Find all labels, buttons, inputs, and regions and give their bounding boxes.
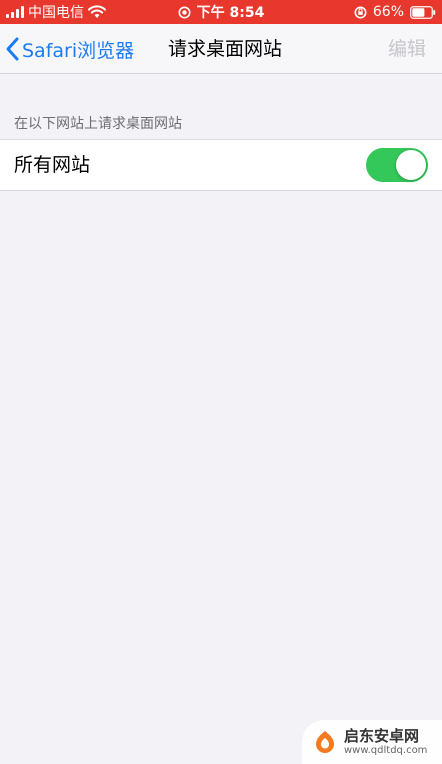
back-button-label: Safari浏览器 [22, 39, 135, 62]
watermark-text: 启东安卓网 www.qdltdq.com [344, 728, 427, 756]
battery-percent: 66% [372, 4, 404, 20]
watermark: 启东安卓网 www.qdltdq.com [302, 720, 442, 764]
signal-strength-icon [6, 6, 24, 18]
edit-button[interactable]: 编辑 [388, 24, 426, 74]
watermark-logo-icon [316, 731, 334, 753]
carrier-name: 中国电信 [28, 5, 84, 21]
list-item-label: 所有网站 [14, 154, 91, 176]
section-header: 在以下网站上请求桌面网站 [14, 116, 182, 132]
navigation-bar: Safari浏览器 请求桌面网站 编辑 [0, 24, 442, 74]
list-item-all-websites: 所有网站 [0, 139, 442, 191]
watermark-title: 启东安卓网 [344, 727, 420, 746]
status-left: 中国电信 [6, 2, 166, 22]
desktop-site-toggle[interactable] [366, 148, 428, 182]
watermark-url: www.qdltdq.com [344, 744, 428, 756]
alarm-icon [178, 6, 191, 18]
status-right: 66% [276, 4, 436, 20]
status-bar: 中国电信 下午 8:54 66% [0, 0, 442, 24]
toggle-knob [396, 150, 426, 180]
page-title: 请求桌面网站 [167, 38, 282, 60]
clock-time: 下午 8:54 [196, 5, 265, 21]
wifi-icon [88, 5, 106, 18]
chevron-left-icon [6, 37, 19, 61]
orientation-lock-icon [354, 6, 367, 18]
status-center: 下午 8:54 [166, 2, 276, 22]
battery-icon [410, 5, 436, 19]
back-button[interactable]: Safari浏览器 [4, 32, 134, 66]
